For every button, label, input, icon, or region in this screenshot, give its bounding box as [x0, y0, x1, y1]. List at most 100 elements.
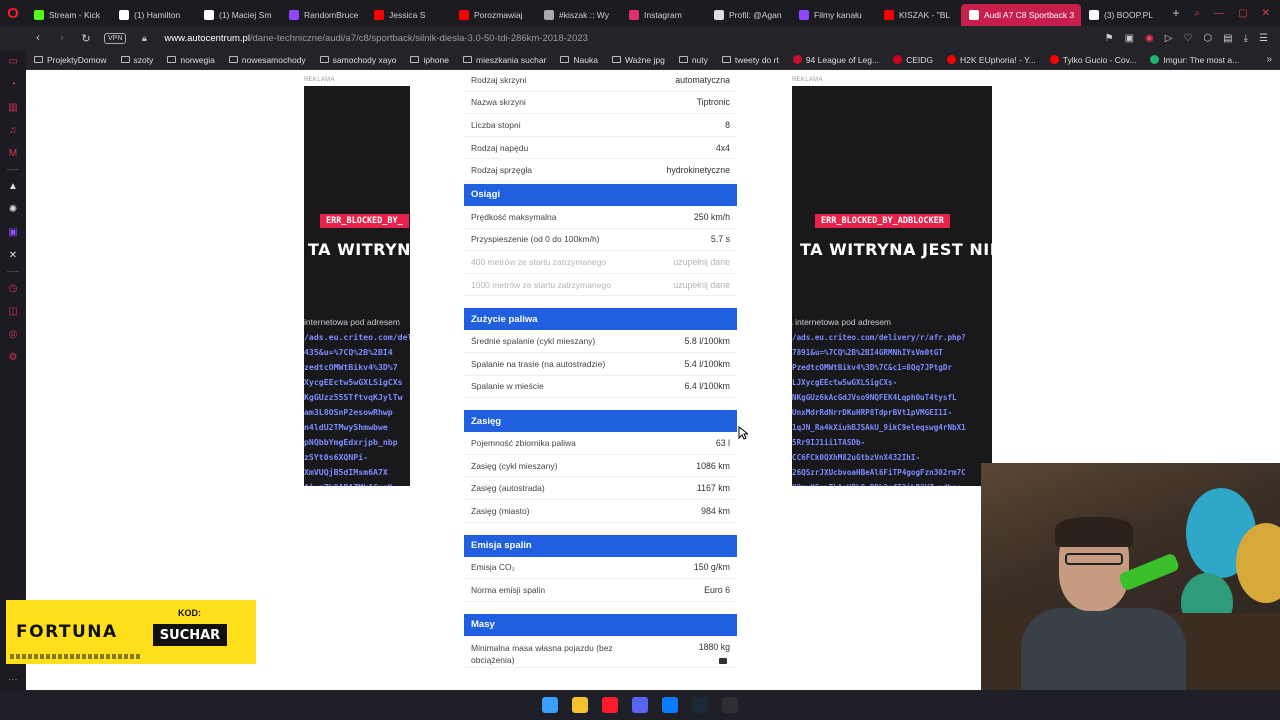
- url-field[interactable]: www.autocentrum.pl/dane-techniczne/audi/…: [164, 33, 588, 44]
- gmail-sidebar-icon[interactable]: M: [6, 146, 20, 160]
- search-tabs-icon[interactable]: ⌕: [1195, 8, 1201, 19]
- maximize-icon[interactable]: ▢: [1238, 8, 1247, 19]
- spec-value: 5.7 s: [710, 234, 730, 245]
- obs-icon[interactable]: [722, 697, 738, 713]
- wallet-icon[interactable]: ▤: [1223, 33, 1232, 44]
- new-tab-icon[interactable]: +: [1166, 6, 1186, 20]
- messenger-icon[interactable]: [662, 697, 678, 713]
- tab-label: #kiszak :: Wy: [559, 10, 609, 20]
- bookmarks-more-icon[interactable]: »: [1266, 54, 1280, 65]
- windows-start-icon[interactable]: [542, 697, 558, 713]
- browser-tab[interactable]: KISZAK - "BL: [876, 4, 961, 26]
- reload-icon[interactable]: ↻: [80, 32, 92, 45]
- spec-row[interactable]: 1000 metrów ze startu zatrzymanego uzupeł…: [464, 274, 737, 297]
- steam-icon[interactable]: [692, 697, 708, 713]
- fill-data-link[interactable]: uzupełnij dane: [673, 257, 730, 267]
- messenger-sidebar-icon[interactable]: ▭: [6, 54, 20, 68]
- folder-icon: [120, 56, 130, 63]
- bookmark-item[interactable]: ProjektyDomow: [34, 55, 107, 65]
- site-favicon-icon: [1049, 55, 1059, 64]
- browser-tab[interactable]: (1) Hamilton: [111, 4, 196, 26]
- forward-icon[interactable]: ›: [56, 32, 68, 44]
- bookmark-item[interactable]: Imgur: The most a...: [1150, 55, 1239, 65]
- close-window-icon[interactable]: ✕: [1262, 8, 1270, 19]
- vpn-badge[interactable]: VPN: [104, 32, 127, 44]
- opera-logo-icon[interactable]: O: [0, 0, 26, 26]
- section-header: Masy: [464, 613, 737, 636]
- extensions-icon[interactable]: ⬡: [1203, 33, 1212, 44]
- bookmark-item[interactable]: mieszkania suchar: [463, 55, 546, 65]
- bookmark-item[interactable]: H2K EUphoria! - Y...: [947, 55, 1036, 65]
- lock-icon[interactable]: 🔒︎: [138, 33, 150, 44]
- tab-favicon-icon: [459, 10, 469, 20]
- bookmark-label: tweety do rt: [734, 54, 779, 65]
- file-explorer-icon[interactable]: [572, 697, 588, 713]
- ad-right[interactable]: ERR_BLOCKED_BY_ADBLOCKER TA WITRYNA JEST…: [792, 86, 992, 486]
- player-icon[interactable]: ▷: [1165, 33, 1173, 44]
- download-icon[interactable]: ⤓: [1244, 33, 1248, 44]
- music-sidebar-icon[interactable]: ♫: [6, 123, 20, 137]
- adblock-icon[interactable]: ◉: [1145, 33, 1154, 44]
- spec-row[interactable]: 400 metrów ze startu zatrzymanego uzupełn…: [464, 251, 737, 274]
- browser-tab[interactable]: #kiszak :: Wy: [536, 4, 621, 26]
- menu-icon[interactable]: ☰: [1259, 33, 1268, 44]
- sidebar-more-icon[interactable]: ···: [9, 674, 18, 684]
- clock-sidebar-icon[interactable]: ◷: [6, 281, 20, 295]
- spec-label: Rodzaj skrzyni: [471, 74, 527, 85]
- spec-value: 8: [725, 119, 730, 130]
- opera-icon[interactable]: [602, 697, 618, 713]
- tab-favicon-icon: [714, 10, 724, 20]
- fill-data-link[interactable]: uzupełnij dane: [673, 280, 730, 290]
- browser-tab[interactable]: Porozmawiaj: [451, 4, 536, 26]
- bookmark-page-icon[interactable]: ⚑: [1105, 33, 1114, 44]
- aria-sidebar-icon[interactable]: ▲: [6, 179, 20, 193]
- browser-tab[interactable]: Instagram: [621, 4, 706, 26]
- discord-icon[interactable]: [632, 697, 648, 713]
- back-icon[interactable]: ‹: [32, 32, 44, 44]
- browser-tab[interactable]: Stream - Kick: [26, 4, 111, 26]
- browser-tab[interactable]: RandomBruce: [281, 4, 366, 26]
- browser-tab[interactable]: (1) Maciej Sm: [196, 4, 281, 26]
- bookmark-item[interactable]: samochody xayo: [319, 55, 396, 65]
- bookmark-item[interactable]: Ważne jpg: [611, 55, 665, 65]
- bookmark-item[interactable]: nowesamochody: [228, 55, 306, 65]
- bookmark-item[interactable]: norwegia: [167, 55, 215, 65]
- player-sidebar-icon[interactable]: ▥: [6, 100, 20, 114]
- tab-favicon-icon: [969, 10, 979, 20]
- browser-tab[interactable]: Profil: @Agan: [706, 4, 791, 26]
- chatgpt-sidebar-icon[interactable]: ✺: [6, 202, 20, 216]
- settings-sidebar-icon[interactable]: ⚙: [6, 350, 20, 364]
- ad-left[interactable]: ERR_BLOCKED_BY_ TA WITRYN NIEOSIĄG inter…: [304, 86, 410, 486]
- pinboard-sidebar-icon[interactable]: ◫: [6, 304, 20, 318]
- site-favicon-icon: [947, 55, 957, 64]
- browser-tab[interactable]: (3) BOOP.PL: [1081, 4, 1166, 26]
- bookmark-item[interactable]: tweety do rt: [721, 54, 779, 65]
- bookmark-item[interactable]: Tylko Gucio - Cov...: [1049, 55, 1136, 65]
- snapshot-icon[interactable]: ▣: [1125, 33, 1134, 44]
- bookmark-item[interactable]: nuty: [678, 54, 708, 65]
- bookmark-item[interactable]: iphone: [410, 55, 449, 65]
- bookmark-item[interactable]: szoty: [120, 55, 153, 65]
- bookmark-item[interactable]: CEIDG: [893, 55, 933, 65]
- tab-label: Audi A7 C8 Sportback 3: [984, 10, 1075, 20]
- bookmark-label: nuty: [691, 54, 708, 65]
- browser-tab[interactable]: Jessica S: [366, 4, 451, 26]
- minimize-icon[interactable]: —: [1214, 8, 1224, 19]
- history-sidebar-icon[interactable]: ◔: [6, 77, 20, 91]
- browser-tab[interactable]: Filmy kanału: [791, 4, 876, 26]
- spec-value: 984 km: [701, 505, 730, 516]
- location-sidebar-icon[interactable]: ◎: [6, 327, 20, 341]
- heart-icon[interactable]: ♡: [1183, 33, 1192, 44]
- x-sidebar-icon[interactable]: ✕: [6, 248, 20, 262]
- bookmark-item[interactable]: 94 League of Leg...: [792, 55, 879, 65]
- twitch-sidebar-icon[interactable]: ▣: [6, 225, 20, 239]
- comment-icon[interactable]: [719, 657, 727, 664]
- browser-tab[interactable]: Audi A7 C8 Sportback 3: [961, 4, 1081, 26]
- fortuna-promo-overlay: FORTUNA KOD: SUCHAR: [6, 600, 256, 664]
- sidebar-divider: [7, 169, 19, 170]
- bookmark-item[interactable]: Nauka: [560, 55, 598, 65]
- spec-row: Spalanie w mieście 6.4 l/100km: [464, 376, 737, 399]
- ad-label-left: REKLAMA: [304, 77, 335, 83]
- window-controls: ⌕ — ▢ ✕: [1195, 8, 1280, 19]
